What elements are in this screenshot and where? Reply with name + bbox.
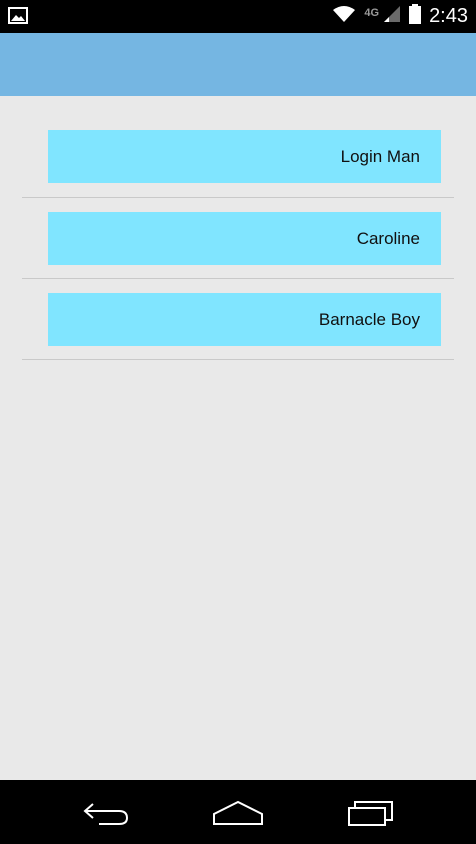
battery-icon	[409, 4, 422, 29]
wifi-icon	[332, 5, 356, 28]
list-item: Login Man	[0, 96, 476, 198]
user-button-label: Barnacle Boy	[318, 309, 420, 329]
user-button-label: Caroline	[356, 228, 420, 248]
user-button-login-man[interactable]: Login Man	[48, 130, 441, 183]
list-item: Barnacle Boy	[0, 279, 476, 360]
divider	[22, 359, 454, 360]
network-type-label: 4G	[364, 6, 380, 19]
recent-apps-icon[interactable]	[342, 794, 398, 830]
user-list: Login Man Caroline Barnacle Boy	[0, 96, 476, 360]
user-button-barnacle-boy[interactable]: Barnacle Boy	[48, 293, 441, 346]
status-bar: 4G 2:43	[0, 0, 476, 33]
status-icons: 4G 2:43	[332, 0, 468, 33]
home-icon[interactable]	[210, 794, 266, 830]
list-item: Caroline	[0, 198, 476, 279]
image-notification-icon	[8, 7, 28, 24]
action-bar	[0, 33, 476, 96]
back-icon[interactable]	[79, 794, 135, 830]
user-button-caroline[interactable]: Caroline	[48, 212, 441, 265]
signal-icon	[383, 5, 401, 28]
user-button-label: Login Man	[340, 146, 420, 166]
status-time: 2:43	[429, 5, 468, 27]
navigation-bar	[0, 780, 476, 844]
screen: 4G 2:43 Login Man Caroline Barnacle Boy	[0, 0, 476, 844]
